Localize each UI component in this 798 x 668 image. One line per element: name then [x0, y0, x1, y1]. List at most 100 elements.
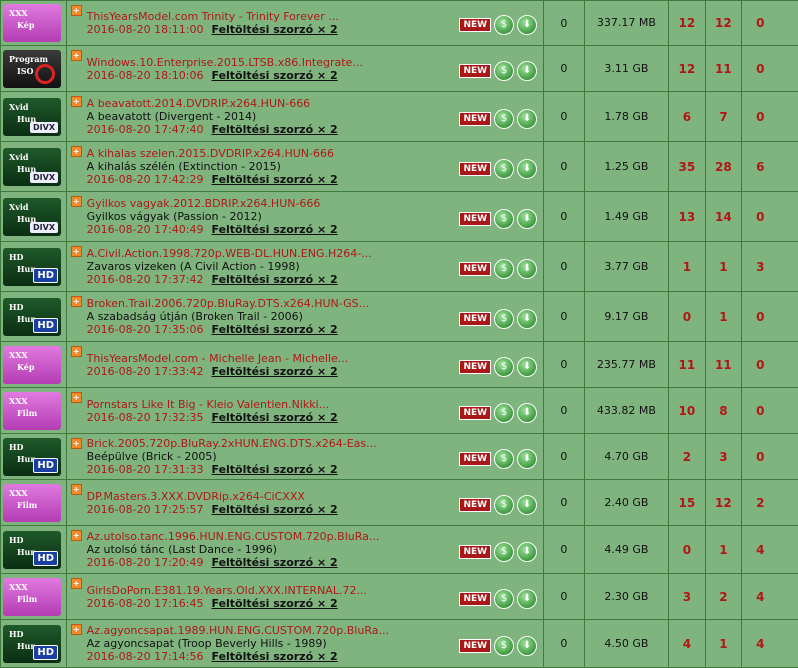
name-cell: + Brick.2005.720p.BluRay.2xHUN.ENG.DTS.x… — [66, 434, 543, 480]
category-cell[interactable]: HD Hun HD — [1, 292, 67, 342]
category-cell[interactable]: Xvid Hun DIVX — [1, 142, 67, 192]
expand-icon[interactable]: + — [71, 5, 82, 16]
leechers-count: 3 — [705, 434, 741, 480]
expand-icon[interactable]: + — [71, 530, 82, 541]
download-icon[interactable]: ⬇ — [517, 403, 537, 423]
category-badge-hd[interactable]: HD Hun HD — [3, 625, 61, 663]
new-badge: NEW — [459, 112, 491, 126]
category-cell[interactable]: XXX Kép — [1, 342, 67, 388]
download-icon[interactable]: ⬇ — [517, 109, 537, 129]
download-icon[interactable]: ⬇ — [517, 309, 537, 329]
download-icon[interactable]: ⬇ — [517, 259, 537, 279]
expand-icon[interactable]: + — [71, 246, 82, 257]
download-icon[interactable]: ⬇ — [517, 589, 537, 609]
category-badge-xxx[interactable]: XXX Film — [3, 484, 61, 522]
completed-count: 0 — [742, 1, 798, 46]
category-badge-xxx[interactable]: XXX Film — [3, 392, 61, 430]
size-cell: 2.30 GB — [584, 574, 668, 620]
category-cell[interactable]: XXX Film — [1, 480, 67, 526]
category-cell[interactable]: Xvid Hun DIVX — [1, 92, 67, 142]
expand-icon[interactable]: + — [71, 196, 82, 207]
category-badge-xxx[interactable]: XXX Kép — [3, 346, 61, 384]
money-bag-icon[interactable]: $ — [494, 61, 514, 81]
expand-icon[interactable]: + — [71, 578, 82, 589]
category-badge-hd[interactable]: HD Hun HD — [3, 531, 61, 569]
size-cell: 3.77 GB — [584, 242, 668, 292]
row-actions: NEW $ ⬇ — [459, 15, 537, 35]
comments-count: 0 — [544, 480, 585, 526]
seeders-count: 1 — [669, 242, 705, 292]
category-cell[interactable]: Xvid Hun DIVX — [1, 192, 67, 242]
money-bag-icon[interactable]: $ — [494, 259, 514, 279]
upload-multiplier: Feltöltési szorzó × 2 — [212, 23, 338, 36]
category-name: Xvid — [9, 202, 29, 212]
size-cell: 4.49 GB — [584, 526, 668, 574]
expand-icon[interactable]: + — [71, 484, 82, 495]
table-row: Program ISO + Windows.10.Enterprise.2015… — [1, 46, 798, 92]
download-icon[interactable]: ⬇ — [517, 209, 537, 229]
upload-multiplier: Feltöltési szorzó × 2 — [212, 597, 338, 610]
expand-icon[interactable]: + — [71, 392, 82, 403]
completed-count: 0 — [742, 46, 798, 92]
category-cell[interactable]: HD Hun HD — [1, 526, 67, 574]
download-icon[interactable]: ⬇ — [517, 542, 537, 562]
seeders-count: 10 — [669, 388, 705, 434]
row-actions: NEW $ ⬇ — [459, 495, 537, 515]
seeders-count: 12 — [669, 1, 705, 46]
download-icon[interactable]: ⬇ — [517, 357, 537, 377]
category-badge-hd[interactable]: HD Hun HD — [3, 438, 61, 476]
money-bag-icon[interactable]: $ — [494, 589, 514, 609]
expand-icon[interactable]: + — [71, 346, 82, 357]
download-icon[interactable]: ⬇ — [517, 449, 537, 469]
completed-count: 0 — [742, 292, 798, 342]
expand-icon[interactable]: + — [71, 50, 82, 61]
category-cell[interactable]: HD Hun HD — [1, 434, 67, 480]
money-bag-icon[interactable]: $ — [494, 309, 514, 329]
table-row: HD Hun HD + A.Civil.Action.1998.720p.WEB… — [1, 242, 798, 292]
expand-icon[interactable]: + — [71, 296, 82, 307]
expand-icon[interactable]: + — [71, 146, 82, 157]
seeders-count: 6 — [669, 92, 705, 142]
category-badge-xxx[interactable]: XXX Kép — [3, 4, 61, 42]
category-badge-xxx[interactable]: XXX Film — [3, 578, 61, 616]
money-bag-icon[interactable]: $ — [494, 109, 514, 129]
category-badge-hd[interactable]: HD Hun HD — [3, 248, 61, 286]
money-bag-icon[interactable]: $ — [494, 209, 514, 229]
expand-icon[interactable]: + — [71, 624, 82, 635]
category-name: XXX — [9, 8, 28, 18]
money-bag-icon[interactable]: $ — [494, 542, 514, 562]
completed-count: 4 — [742, 620, 798, 668]
category-badge-xvid[interactable]: Xvid Hun DIVX — [3, 98, 61, 136]
upload-date-text: 2016-08-20 17:42:29 — [87, 173, 204, 186]
category-badge-xvid[interactable]: Xvid Hun DIVX — [3, 198, 61, 236]
category-badge-hd[interactable]: HD Hun HD — [3, 298, 61, 336]
download-icon[interactable]: ⬇ — [517, 495, 537, 515]
expand-icon[interactable]: + — [71, 438, 82, 449]
category-badge-xvid[interactable]: Xvid Hun DIVX — [3, 148, 61, 186]
download-icon[interactable]: ⬇ — [517, 159, 537, 179]
money-bag-icon[interactable]: $ — [494, 15, 514, 35]
completed-count: 4 — [742, 526, 798, 574]
leechers-count: 8 — [705, 388, 741, 434]
money-bag-icon[interactable]: $ — [494, 403, 514, 423]
table-row: Xvid Hun DIVX + A beavatott.2014.DVDRIP.… — [1, 92, 798, 142]
upload-date-text: 2016-08-20 18:11:00 — [87, 23, 204, 36]
category-badge-program[interactable]: Program ISO — [3, 50, 61, 88]
money-bag-icon[interactable]: $ — [494, 159, 514, 179]
download-icon[interactable]: ⬇ — [517, 15, 537, 35]
category-name: HD — [9, 252, 24, 262]
money-bag-icon[interactable]: $ — [494, 449, 514, 469]
upload-date-text: 2016-08-20 17:25:57 — [87, 503, 204, 516]
category-cell[interactable]: XXX Kép — [1, 1, 67, 46]
money-bag-icon[interactable]: $ — [494, 495, 514, 515]
download-icon[interactable]: ⬇ — [517, 61, 537, 81]
upload-multiplier: Feltöltési szorzó × 2 — [212, 323, 338, 336]
table-row: XXX Film + Pornstars Like It Big - Kleio… — [1, 388, 798, 434]
money-bag-icon[interactable]: $ — [494, 357, 514, 377]
expand-icon[interactable]: + — [71, 96, 82, 107]
category-cell[interactable]: Program ISO — [1, 46, 67, 92]
category-cell[interactable]: HD Hun HD — [1, 620, 67, 668]
category-cell[interactable]: HD Hun HD — [1, 242, 67, 292]
category-cell[interactable]: XXX Film — [1, 388, 67, 434]
category-cell[interactable]: XXX Film — [1, 574, 67, 620]
